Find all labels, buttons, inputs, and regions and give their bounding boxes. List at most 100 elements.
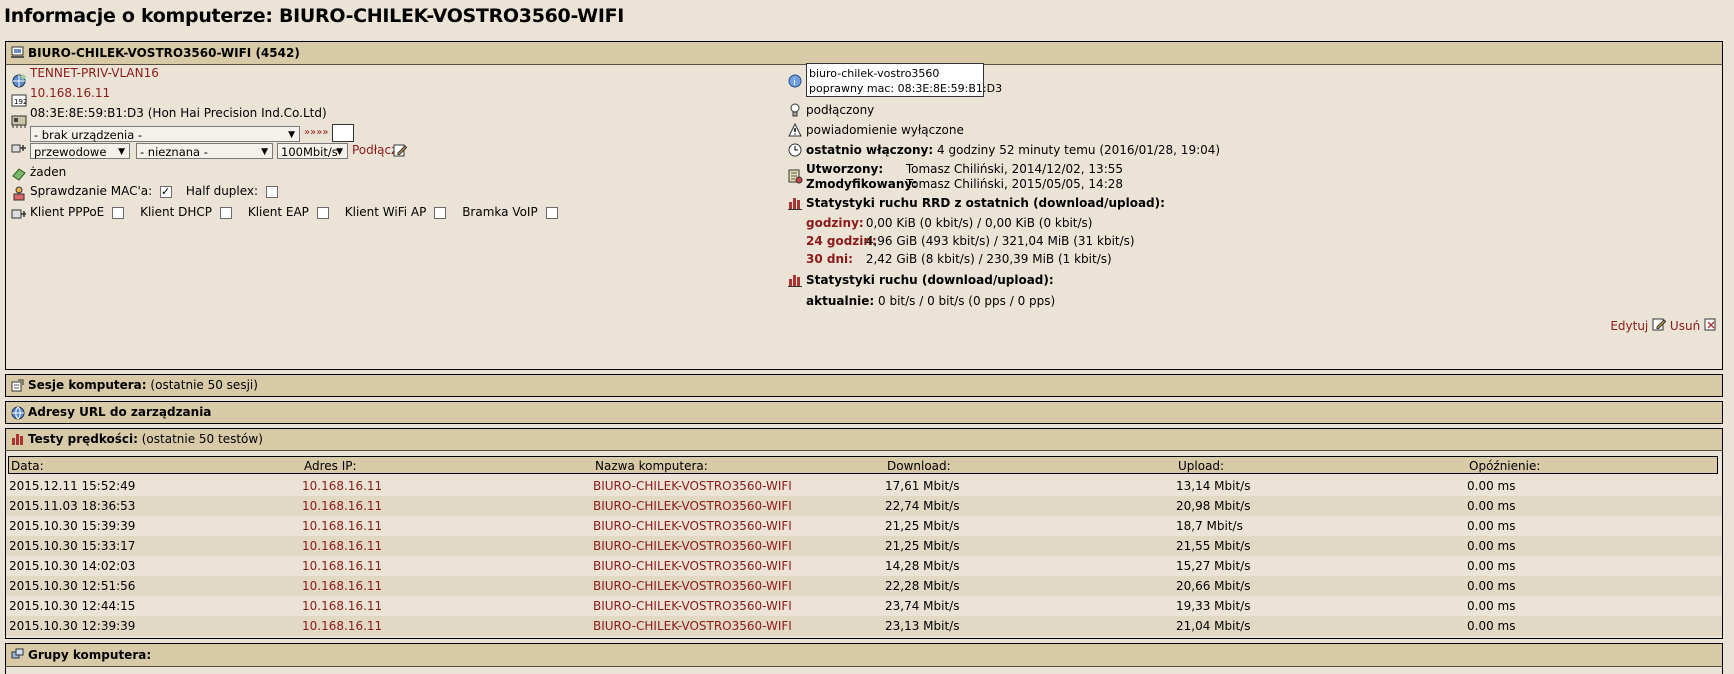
- row-upload: 15,27 Mbit/s: [1176, 559, 1251, 573]
- row-date: 2015.10.30 14:02:03: [9, 559, 136, 573]
- row-date: 2015.10.30 12:44:15: [9, 599, 136, 613]
- row-computer-name[interactable]: BIURO-CHILEK-VOSTRO3560-WIFI: [593, 616, 792, 636]
- chart-icon: [11, 433, 24, 446]
- row-computer-name[interactable]: BIURO-CHILEK-VOSTRO3560-WIFI: [593, 536, 792, 556]
- hostname-box: biuro-chilek-vostro3560 poprawny mac: 08…: [806, 63, 1002, 97]
- last-online-value: 4 godziny 52 minuty temu (2016/01/28, 19…: [937, 143, 1221, 157]
- row-download: 22,74 Mbit/s: [885, 499, 960, 513]
- connect-link[interactable]: Podłącz: [352, 141, 397, 159]
- row-ip[interactable]: 10.168.16.11: [302, 596, 382, 616]
- edit-icon[interactable]: [1652, 317, 1667, 336]
- rrd-day-value: 4,96 GiB (493 kbit/s) / 321,04 MiB (31 k…: [865, 234, 1135, 248]
- rrd-day-label[interactable]: 24 godzin:: [806, 232, 877, 250]
- half-duplex-checkbox[interactable]: [265, 185, 278, 198]
- row-ip[interactable]: 10.168.16.11: [302, 576, 382, 596]
- row-date: 2015.11.03 18:36:53: [9, 499, 136, 513]
- hostname-value: biuro-chilek-vostro3560: [809, 67, 940, 80]
- edit-link[interactable]: Edytuj: [1610, 319, 1648, 333]
- mac-address: 08:3E:8E:59:B1:D3 (Hon Hai Precision Ind…: [30, 106, 327, 120]
- chevron-down-icon: ▼: [261, 147, 268, 157]
- col-ip: Adres IP:: [304, 459, 357, 473]
- row-download: 17,61 Mbit/s: [885, 479, 960, 493]
- speedtests-table-body: 2015.12.11 15:52:49 10.168.16.11 BIURO-CHI…: [6, 476, 1722, 636]
- flag-eap-checkbox[interactable]: [316, 206, 329, 219]
- row-upload: 21,55 Mbit/s: [1176, 539, 1251, 553]
- row-download: 23,13 Mbit/s: [885, 619, 960, 633]
- device-select[interactable]: - brak urządzenia - ▼: [30, 126, 300, 142]
- row-computer-name[interactable]: BIURO-CHILEK-VOSTRO3560-WIFI: [593, 496, 792, 516]
- speedtests-panel: Testy prędkości: (ostatnie 50 testów) Da…: [5, 428, 1723, 639]
- speedtests-note: (ostatnie 50 testów): [141, 432, 263, 446]
- info-icon: i: [788, 74, 804, 90]
- flag-dhcp-checkbox[interactable]: [220, 206, 233, 219]
- row-date: 2015.12.11 15:52:49: [9, 479, 136, 493]
- link-type-select[interactable]: przewodowe ▼: [30, 143, 130, 159]
- computer-name-label: BIURO-CHILEK-VOSTRO3560-WIFI (4542): [28, 46, 300, 60]
- speedtests-header[interactable]: Testy prędkości: (ostatnie 50 testów): [6, 429, 1722, 451]
- row-download: 22,28 Mbit/s: [885, 579, 960, 593]
- connection-status: podłączony: [806, 103, 875, 117]
- flag-voip-checkbox[interactable]: [545, 206, 558, 219]
- created-value: Tomasz Chiliński, 2014/12/02, 13:55: [905, 162, 1123, 176]
- delete-link[interactable]: Usuń: [1670, 319, 1700, 333]
- ip-address-link[interactable]: 10.168.16.11: [30, 84, 110, 102]
- row-download: 14,28 Mbit/s: [885, 559, 960, 573]
- device-preview-box[interactable]: [332, 124, 354, 142]
- rrd-hour-row: godziny: 0,00 KiB (0 kbit/s) / 0,00 KiB …: [806, 214, 1093, 232]
- modified-value: Tomasz Chiliński, 2015/05/05, 14:28: [905, 177, 1123, 191]
- edit-icon[interactable]: [393, 143, 409, 159]
- link-speed-select[interactable]: 100Mbit/s ▼: [277, 143, 348, 159]
- row-ip[interactable]: 10.168.16.11: [302, 556, 382, 576]
- link-type-value: przewodowe: [34, 145, 107, 159]
- tariff-icon: [11, 166, 27, 182]
- row-latency: 0.00 ms: [1467, 559, 1516, 573]
- delete-icon[interactable]: [1704, 317, 1718, 336]
- urls-header[interactable]: Adresy URL do zarządzania: [6, 402, 1722, 423]
- page-title: Informacje o komputerze: BIURO-CHILEK-VO…: [4, 5, 625, 27]
- flag-dhcp-label: Klient DHCP: [140, 205, 213, 219]
- device-arrow-link[interactable]: »»»»: [304, 124, 328, 142]
- table-row: 2015.11.03 18:36:53 10.168.16.11 BIURO-CHI…: [6, 496, 1722, 516]
- row-computer-name[interactable]: BIURO-CHILEK-VOSTRO3560-WIFI: [593, 476, 792, 496]
- mac-check-row: Sprawdzanie MAC'a: Half duplex:: [30, 182, 278, 201]
- flags-row: Klient PPPoE Klient DHCP Klient EAP Klie…: [30, 203, 558, 221]
- mac-check-checkbox[interactable]: [160, 183, 172, 201]
- flag-wifi-ap-checkbox[interactable]: [434, 206, 447, 219]
- row-ip[interactable]: 10.168.16.11: [302, 516, 382, 536]
- sessions-header[interactable]: Sesje komputera: (ostatnie 50 sesji): [6, 375, 1722, 396]
- sessions-icon: [11, 379, 24, 392]
- notification-status: powiadomienie wyłączone: [806, 123, 964, 137]
- rrd-month-label[interactable]: 30 dni:: [806, 250, 862, 268]
- row-date: 2015.10.30 12:39:39: [9, 619, 136, 633]
- flag-pppoe-checkbox[interactable]: [112, 206, 125, 219]
- row-upload: 21,04 Mbit/s: [1176, 619, 1251, 633]
- network-link[interactable]: TENNET-PRIV-VLAN16: [30, 64, 159, 82]
- mac-check-label: Sprawdzanie MAC'a:: [30, 184, 153, 198]
- rrd-hour-label[interactable]: godziny:: [806, 214, 864, 232]
- row-upload: 13,14 Mbit/s: [1176, 479, 1251, 493]
- row-computer-name[interactable]: BIURO-CHILEK-VOSTRO3560-WIFI: [593, 556, 792, 576]
- col-download: Download:: [887, 459, 951, 473]
- col-upload: Upload:: [1178, 459, 1225, 473]
- link-tech-select[interactable]: - nieznana - ▼: [136, 143, 273, 159]
- row-computer-name[interactable]: BIURO-CHILEK-VOSTRO3560-WIFI: [593, 576, 792, 596]
- row-date: 2015.10.30 12:51:56: [9, 579, 136, 593]
- chevron-down-icon: ▼: [336, 147, 343, 157]
- modified-row: Zmodyfikowany: Tomasz Chiliński, 2015/05…: [806, 175, 1123, 193]
- row-date: 2015.10.30 15:33:17: [9, 539, 136, 553]
- row-ip[interactable]: 10.168.16.11: [302, 616, 382, 636]
- row-ip[interactable]: 10.168.16.11: [302, 536, 382, 556]
- row-download: 23,74 Mbit/s: [885, 599, 960, 613]
- computer-info-header[interactable]: BIURO-CHILEK-VOSTRO3560-WIFI (4542): [6, 42, 1722, 65]
- sessions-note: (ostatnie 50 sesji): [150, 378, 258, 392]
- row-computer-name[interactable]: BIURO-CHILEK-VOSTRO3560-WIFI: [593, 596, 792, 616]
- table-row: 2015.12.11 15:52:49 10.168.16.11 BIURO-CHI…: [6, 476, 1722, 496]
- clock-icon: [788, 143, 804, 159]
- row-ip[interactable]: 10.168.16.11: [302, 496, 382, 516]
- device-select-value: - brak urządzenia -: [34, 128, 143, 142]
- groups-header[interactable]: Grupy komputera:: [6, 644, 1722, 667]
- row-ip[interactable]: 10.168.16.11: [302, 476, 382, 496]
- speedtests-label: Testy prędkości:: [28, 432, 138, 446]
- chevron-down-icon: ▼: [118, 147, 125, 157]
- row-computer-name[interactable]: BIURO-CHILEK-VOSTRO3560-WIFI: [593, 516, 792, 536]
